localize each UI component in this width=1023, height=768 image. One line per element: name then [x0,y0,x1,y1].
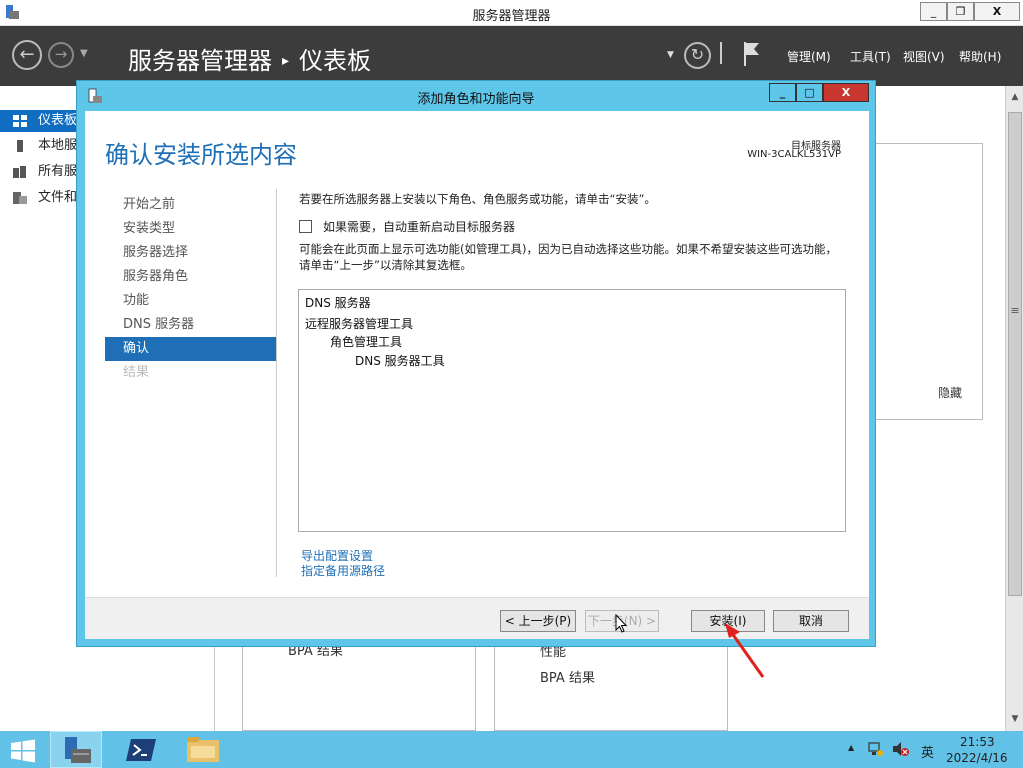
dialog-close-button[interactable]: X [823,83,869,102]
servers-icon [13,166,26,178]
taskbar: ▲ 英 21:53 2022/4/16 [0,731,1023,768]
close-button[interactable]: X [974,2,1020,21]
scrollbar-thumb[interactable] [1008,112,1022,596]
clock-date[interactable]: 2022/4/16 [946,751,1008,765]
restart-checkbox[interactable] [299,220,312,233]
volume-muted-icon[interactable] [892,741,910,757]
wizard-step[interactable]: 功能 [105,289,276,313]
history-dropdown-icon[interactable]: ▼ [80,48,88,59]
sidebar-item-all-servers[interactable]: 所有服务器 [0,161,80,183]
show-hidden-icons-icon[interactable]: ▲ [848,743,854,752]
forward-arrow-icon[interactable]: → [48,42,74,68]
storage-icon [13,192,27,204]
steps-divider [276,189,277,577]
alternate-source-link[interactable]: 指定备用源路径 [301,562,385,579]
breadcrumb-separator-icon: ▸ [282,53,290,69]
wizard-heading: 确认安装所选内容 [105,141,297,169]
window-titlebar: 服务器管理器 _ ❐ X [0,0,1023,26]
sidebar-item-label: 本地服务器 [38,138,80,153]
windows-start-icon[interactable] [10,739,36,763]
wizard-step-disabled: 结果 [123,365,150,380]
annotation-arrow-icon [725,623,765,678]
network-icon[interactable] [868,741,884,757]
taskbar-server-manager[interactable] [50,731,102,768]
optional-features-note: 可能会在此页面上显示可选功能(如管理工具)，因为已自动选择这些功能。如果不希望安… [299,242,837,272]
dialog-maximize-button[interactable]: □ [796,83,823,102]
sidebar: 仪表板 本地服务器 所有服务器 文件和存储服务 [0,86,80,731]
dashboard-panel [875,143,983,420]
refresh-dropdown-icon[interactable]: ▼ [667,50,674,60]
add-roles-wizard-dialog: 添加角色和功能向导 _ □ X 确认安装所选内容 目标服务器 WIN-3CALK… [76,80,876,647]
scroll-up-icon[interactable]: ▲ [1006,88,1023,106]
clock-time[interactable]: 21:53 [960,735,995,749]
wizard-step[interactable]: 开始之前 [105,193,276,217]
server-manager-header: ← → ▼ 服务器管理器 ▸ 仪表板 ▼ ↻ 管理(M) 工具(T) 视图(V) 帮… [0,26,1023,86]
wizard-step-active[interactable]: 确认 [105,337,276,361]
target-server-name: WIN-3CALKL531VP [747,149,841,160]
wizard-step[interactable]: 服务器选择 [105,241,276,265]
back-arrow-icon[interactable]: ← [12,40,42,70]
sidebar-item-label: 文件和存储服务 [38,190,80,205]
notification-flag-icon[interactable] [742,40,762,68]
menu-view[interactable]: 视图(V) [903,48,945,65]
restart-checkbox-label[interactable]: 如果需要，自动重新启动目标服务器 [323,218,515,235]
sidebar-item-label: 仪表板 [38,113,78,128]
server-icon [17,140,23,152]
feature-item: 角色管理工具 [330,335,403,349]
scrollbar-grip-icon: ≡ [1010,304,1020,317]
hide-link[interactable]: 隐藏 [938,384,962,401]
wizard-step[interactable]: DNS 服务器 [105,313,276,337]
menu-manage[interactable]: 管理(M) [787,48,831,65]
server-manager-taskbar-icon [65,737,91,763]
sidebar-item-dashboard[interactable]: 仪表板 [0,110,80,132]
dialog-body: 确认安装所选内容 目标服务器 WIN-3CALKL531VP 开始之前 安装类型… [85,111,869,639]
dashboard-tile [242,646,476,731]
mouse-cursor-icon [615,614,628,633]
dashboard-icon [13,115,27,127]
menu-tools[interactable]: 工具(T) [850,48,891,65]
dashboard-tile [494,646,728,731]
feature-item: DNS 服务器 [305,296,371,310]
window-title: 服务器管理器 [472,9,551,24]
wizard-step[interactable]: 安装类型 [105,217,276,241]
instruction-text: 若要在所选服务器上安装以下角色、角色服务或功能，请单击“安装”。 [299,192,656,206]
dialog-titlebar: 添加角色和功能向导 _ □ X [77,81,875,111]
restore-button[interactable]: ❐ [947,2,974,21]
scroll-down-icon[interactable]: ▼ [1006,710,1023,728]
wizard-step[interactable]: 服务器角色 [105,265,276,289]
refresh-icon[interactable]: ↻ [684,42,711,69]
input-method-indicator[interactable]: 英 [921,742,934,761]
feature-list: DNS 服务器 远程服务器管理工具 角色管理工具 DNS 服务器工具 [298,289,846,532]
dialog-minimize-button[interactable]: _ [769,83,796,102]
feature-item: DNS 服务器工具 [355,354,445,368]
file-explorer-icon[interactable] [186,736,220,764]
sidebar-item-local-server[interactable]: 本地服务器 [0,135,80,157]
powershell-icon[interactable] [125,737,157,763]
sidebar-item-label: 所有服务器 [38,164,80,179]
tile-bpa-results[interactable]: BPA 结果 [540,667,595,686]
menu-help[interactable]: 帮助(H) [959,48,1001,65]
cancel-button[interactable]: 取消 [773,610,849,632]
sidebar-item-file-storage[interactable]: 文件和存储服务 [0,187,80,209]
page-title: 仪表板 [299,47,372,75]
breadcrumb: 服务器管理器 ▸ 仪表板 [128,41,371,76]
dialog-title: 添加角色和功能向导 [417,92,535,107]
header-divider [720,42,722,64]
wizard-steps: 开始之前 安装类型 服务器选择 服务器角色 功能 DNS 服务器 确认 结果 [105,193,276,385]
breadcrumb-app: 服务器管理器 [128,47,272,75]
previous-button[interactable]: < 上一步(P) [500,610,576,632]
minimize-button[interactable]: _ [920,2,947,21]
vertical-scrollbar[interactable]: ▲ ≡ ▼ [1005,86,1023,731]
feature-item: 远程服务器管理工具 [305,317,414,331]
